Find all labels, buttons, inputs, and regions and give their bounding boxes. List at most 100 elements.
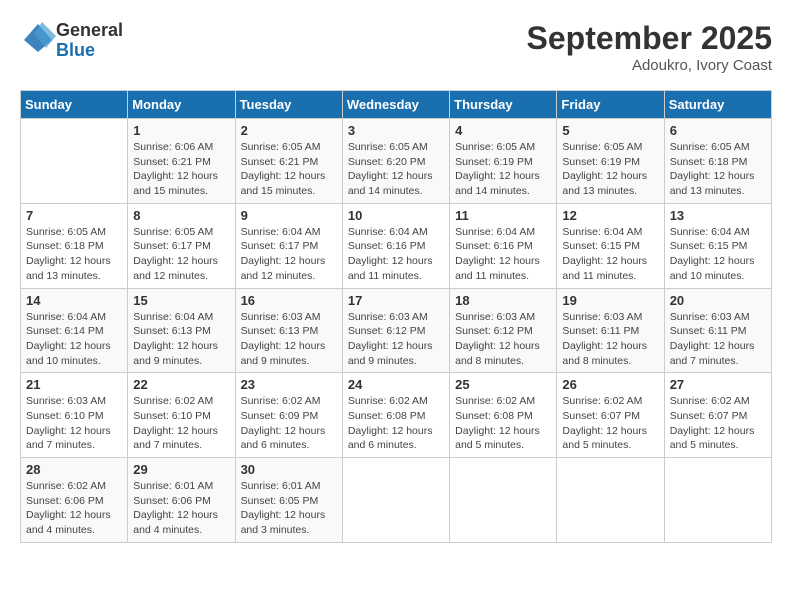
calendar-cell: 11 Sunrise: 6:04 AM Sunset: 6:16 PM Dayli… [450, 203, 557, 288]
calendar-cell: 9 Sunrise: 6:04 AM Sunset: 6:17 PM Daylig… [235, 203, 342, 288]
day-number: 8 [133, 208, 229, 223]
day-info: Sunrise: 6:05 AM Sunset: 6:18 PM Dayligh… [670, 140, 766, 199]
title-block: September 2025 Adoukro, Ivory Coast [527, 20, 772, 74]
day-number: 11 [455, 208, 551, 223]
calendar-cell: 10 Sunrise: 6:04 AM Sunset: 6:16 PM Dayli… [342, 203, 449, 288]
day-number: 6 [670, 123, 766, 138]
day-number: 19 [562, 293, 658, 308]
calendar-cell: 7Sunrise: 6:05 AM Sunset: 6:18 PM Daylig… [21, 203, 128, 288]
day-number: 22 [133, 377, 229, 392]
calendar-table: SundayMondayTuesdayWednesdayThursdayFrid… [20, 90, 772, 543]
calendar-cell: 4 Sunrise: 6:05 AM Sunset: 6:19 PM Daylig… [450, 119, 557, 204]
day-number: 25 [455, 377, 551, 392]
calendar-cell [21, 119, 128, 204]
day-number: 2 [241, 123, 337, 138]
calendar-cell: 1 Sunrise: 6:06 AM Sunset: 6:21 PM Daylig… [128, 119, 235, 204]
day-info: Sunrise: 6:05 AM Sunset: 6:20 PM Dayligh… [348, 140, 444, 199]
calendar-week-row: 21Sunrise: 6:03 AM Sunset: 6:10 PM Dayli… [21, 373, 772, 458]
calendar-cell: 2 Sunrise: 6:05 AM Sunset: 6:21 PM Daylig… [235, 119, 342, 204]
day-info: Sunrise: 6:04 AM Sunset: 6:13 PM Dayligh… [133, 310, 229, 369]
calendar-title: September 2025 [527, 20, 772, 57]
calendar-cell: 13 Sunrise: 6:04 AM Sunset: 6:15 PM Dayli… [664, 203, 771, 288]
calendar-cell: 12 Sunrise: 6:04 AM Sunset: 6:15 PM Dayli… [557, 203, 664, 288]
day-number: 5 [562, 123, 658, 138]
calendar-cell: 26Sunrise: 6:02 AM Sunset: 6:07 PM Dayli… [557, 373, 664, 458]
calendar-cell: 28 Sunrise: 6:02 AM Sunset: 6:06 PM Dayli… [21, 458, 128, 543]
calendar-cell: 30 Sunrise: 6:01 AM Sunset: 6:05 PM Dayli… [235, 458, 342, 543]
calendar-cell: 5 Sunrise: 6:05 AM Sunset: 6:19 PM Daylig… [557, 119, 664, 204]
calendar-cell: 23 Sunrise: 6:02 AM Sunset: 6:09 PM Dayli… [235, 373, 342, 458]
calendar-cell [664, 458, 771, 543]
day-number: 23 [241, 377, 337, 392]
day-info: Sunrise: 6:03 AM Sunset: 6:11 PM Dayligh… [670, 310, 766, 369]
logo-text: General Blue [56, 21, 123, 61]
calendar-cell: 24 Sunrise: 6:02 AM Sunset: 6:08 PM Dayli… [342, 373, 449, 458]
calendar-week-row: 7Sunrise: 6:05 AM Sunset: 6:18 PM Daylig… [21, 203, 772, 288]
day-info: Sunrise: 6:03 AM Sunset: 6:10 PM Dayligh… [26, 394, 122, 453]
day-info: Sunrise: 6:04 AM Sunset: 6:14 PM Dayligh… [26, 310, 122, 369]
day-number: 18 [455, 293, 551, 308]
logo: General Blue [20, 20, 123, 61]
day-info: Sunrise: 6:04 AM Sunset: 6:16 PM Dayligh… [455, 225, 551, 284]
calendar-cell: 21Sunrise: 6:03 AM Sunset: 6:10 PM Dayli… [21, 373, 128, 458]
calendar-cell: 17 Sunrise: 6:03 AM Sunset: 6:12 PM Dayli… [342, 288, 449, 373]
calendar-cell: 25 Sunrise: 6:02 AM Sunset: 6:08 PM Dayli… [450, 373, 557, 458]
day-info: Sunrise: 6:04 AM Sunset: 6:16 PM Dayligh… [348, 225, 444, 284]
day-number: 12 [562, 208, 658, 223]
day-info: Sunrise: 6:02 AM Sunset: 6:08 PM Dayligh… [348, 394, 444, 453]
day-number: 15 [133, 293, 229, 308]
calendar-cell: 19 Sunrise: 6:03 AM Sunset: 6:11 PM Dayli… [557, 288, 664, 373]
day-info: Sunrise: 6:04 AM Sunset: 6:17 PM Dayligh… [241, 225, 337, 284]
day-info: Sunrise: 6:02 AM Sunset: 6:09 PM Dayligh… [241, 394, 337, 453]
calendar-cell: 8Sunrise: 6:05 AM Sunset: 6:17 PM Daylig… [128, 203, 235, 288]
calendar-cell: 18 Sunrise: 6:03 AM Sunset: 6:12 PM Dayli… [450, 288, 557, 373]
day-of-week-header: Wednesday [342, 91, 449, 119]
day-of-week-header: Saturday [664, 91, 771, 119]
day-info: Sunrise: 6:03 AM Sunset: 6:12 PM Dayligh… [348, 310, 444, 369]
day-number: 4 [455, 123, 551, 138]
day-number: 28 [26, 462, 122, 477]
day-number: 20 [670, 293, 766, 308]
day-info: Sunrise: 6:05 AM Sunset: 6:19 PM Dayligh… [562, 140, 658, 199]
calendar-week-row: 14Sunrise: 6:04 AM Sunset: 6:14 PM Dayli… [21, 288, 772, 373]
calendar-cell [450, 458, 557, 543]
day-info: Sunrise: 6:02 AM Sunset: 6:08 PM Dayligh… [455, 394, 551, 453]
day-number: 9 [241, 208, 337, 223]
day-info: Sunrise: 6:03 AM Sunset: 6:12 PM Dayligh… [455, 310, 551, 369]
day-info: Sunrise: 6:01 AM Sunset: 6:05 PM Dayligh… [241, 479, 337, 538]
day-number: 16 [241, 293, 337, 308]
calendar-cell: 14Sunrise: 6:04 AM Sunset: 6:14 PM Dayli… [21, 288, 128, 373]
day-of-week-header: Sunday [21, 91, 128, 119]
day-info: Sunrise: 6:02 AM Sunset: 6:06 PM Dayligh… [26, 479, 122, 538]
day-info: Sunrise: 6:03 AM Sunset: 6:13 PM Dayligh… [241, 310, 337, 369]
day-info: Sunrise: 6:06 AM Sunset: 6:21 PM Dayligh… [133, 140, 229, 199]
day-of-week-header: Thursday [450, 91, 557, 119]
day-info: Sunrise: 6:02 AM Sunset: 6:07 PM Dayligh… [562, 394, 658, 453]
day-number: 3 [348, 123, 444, 138]
day-number: 29 [133, 462, 229, 477]
day-number: 17 [348, 293, 444, 308]
day-number: 27 [670, 377, 766, 392]
day-number: 10 [348, 208, 444, 223]
day-info: Sunrise: 6:05 AM Sunset: 6:21 PM Dayligh… [241, 140, 337, 199]
calendar-cell: 27 Sunrise: 6:02 AM Sunset: 6:07 PM Dayli… [664, 373, 771, 458]
calendar-week-row: 28 Sunrise: 6:02 AM Sunset: 6:06 PM Dayli… [21, 458, 772, 543]
calendar-week-row: 1 Sunrise: 6:06 AM Sunset: 6:21 PM Daylig… [21, 119, 772, 204]
day-info: Sunrise: 6:03 AM Sunset: 6:11 PM Dayligh… [562, 310, 658, 369]
day-info: Sunrise: 6:02 AM Sunset: 6:10 PM Dayligh… [133, 394, 229, 453]
logo-icon [20, 20, 56, 56]
day-number: 1 [133, 123, 229, 138]
day-of-week-header: Monday [128, 91, 235, 119]
calendar-subtitle: Adoukro, Ivory Coast [527, 57, 772, 74]
day-number: 30 [241, 462, 337, 477]
day-of-week-header: Tuesday [235, 91, 342, 119]
day-info: Sunrise: 6:01 AM Sunset: 6:06 PM Dayligh… [133, 479, 229, 538]
day-info: Sunrise: 6:05 AM Sunset: 6:19 PM Dayligh… [455, 140, 551, 199]
day-number: 24 [348, 377, 444, 392]
calendar-cell: 29 Sunrise: 6:01 AM Sunset: 6:06 PM Dayli… [128, 458, 235, 543]
day-info: Sunrise: 6:02 AM Sunset: 6:07 PM Dayligh… [670, 394, 766, 453]
day-number: 13 [670, 208, 766, 223]
day-info: Sunrise: 6:04 AM Sunset: 6:15 PM Dayligh… [562, 225, 658, 284]
day-info: Sunrise: 6:04 AM Sunset: 6:15 PM Dayligh… [670, 225, 766, 284]
calendar-cell [557, 458, 664, 543]
